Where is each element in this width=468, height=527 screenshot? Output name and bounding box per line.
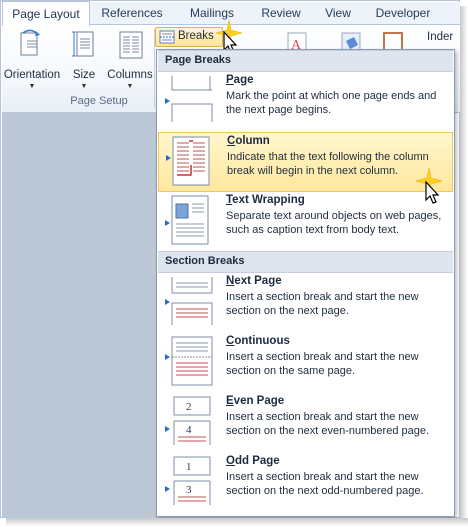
page-break-icon [165, 76, 213, 122]
continuous-icon [165, 336, 213, 386]
menu-item-title: Even Page [226, 395, 285, 407]
menu-item-title: Text Wrapping [226, 194, 305, 206]
even-number-bottom: 4 [186, 424, 192, 436]
document-workspace [2, 112, 156, 518]
menu-item-description: Separate text around objects on web page… [226, 210, 442, 236]
window-frame: Page Layout References Mailings Review V… [0, 0, 460, 518]
column-break-icon [166, 136, 210, 186]
menu-item-title: Next Page [226, 275, 282, 287]
even-number-top: 2 [186, 401, 192, 413]
odd-number-bottom: 3 [186, 484, 192, 496]
window-shadow-bottom [6, 518, 468, 527]
text-wrapping-icon [165, 195, 209, 245]
menu-item-description: Insert a section break and start the new… [226, 291, 419, 317]
page-breaks-header: Page Breaks [158, 50, 453, 72]
size-label: Size [72, 69, 96, 81]
orientation-button[interactable]: Orientation ▼ [2, 29, 62, 90]
menu-item-title: Odd Page [226, 455, 280, 467]
breaks-button[interactable]: Breaks [155, 27, 223, 47]
chevron-down-icon: ▼ [126, 83, 134, 90]
columns-button[interactable]: Columns ▼ [106, 29, 154, 90]
menu-item-description: Insert a section break and start the new… [226, 411, 430, 437]
window-shadow-right [460, 6, 468, 523]
breaks-dropdown-menu: Page Breaks Page Mark the point at which… [156, 49, 455, 517]
next-page-icon [165, 277, 213, 325]
menu-item-column[interactable]: Column Indicate that the text following … [158, 132, 453, 192]
columns-icon [119, 31, 143, 59]
columns-label: Columns [107, 69, 153, 81]
menu-item-description: Mark the point at which one page ends an… [226, 90, 437, 116]
chevron-down-icon: ▼ [28, 83, 36, 90]
orientation-label: Orientation [3, 69, 61, 81]
page-setup-group-label: Page Setup [70, 95, 128, 107]
odd-page-icon: 1 3 [165, 456, 211, 505]
section-breaks-header-label: Section Breaks [165, 255, 245, 267]
menu-item-odd-page[interactable]: 1 3 Odd Page Insert a section break and … [158, 453, 453, 511]
mouse-cursor-icon [425, 181, 440, 204]
menu-item-title: Column [227, 135, 270, 147]
indent-label: Inder [427, 31, 454, 43]
size-icon [72, 31, 94, 57]
menu-item-page[interactable]: Page Mark the point at which one page en… [158, 72, 453, 130]
menu-item-continuous[interactable]: Continuous Insert a section break and st… [158, 333, 453, 391]
menu-item-description: Insert a section break and start the new… [226, 471, 424, 497]
menu-item-text-wrapping[interactable]: Text Wrapping Separate text around objec… [158, 192, 453, 250]
tab-references[interactable]: References [92, 2, 172, 24]
orientation-icon [20, 29, 40, 56]
tab-review[interactable]: Review [254, 2, 308, 24]
page-breaks-header-label: Page Breaks [165, 54, 232, 66]
breaks-label: Breaks [178, 30, 214, 42]
size-button[interactable]: Size ▼ [66, 29, 102, 90]
odd-number-top: 1 [186, 461, 192, 473]
breaks-icon [159, 30, 175, 44]
tab-developer[interactable]: Developer [370, 2, 436, 24]
chevron-down-icon: ▼ [80, 83, 88, 90]
menu-item-description: Insert a section break and start the new… [226, 351, 419, 377]
menu-item-next-page[interactable]: Next Page Insert a section break and sta… [158, 273, 453, 331]
tab-page-layout[interactable]: Page Layout [2, 1, 90, 26]
menu-item-title: Continuous [226, 335, 290, 347]
section-breaks-header: Section Breaks [158, 251, 453, 273]
menu-item-even-page[interactable]: 2 4 Even Page Insert a section break and… [158, 393, 453, 451]
tab-view[interactable]: View [316, 2, 360, 24]
even-page-icon: 2 4 [165, 396, 211, 445]
menu-item-title: Page [226, 74, 254, 86]
